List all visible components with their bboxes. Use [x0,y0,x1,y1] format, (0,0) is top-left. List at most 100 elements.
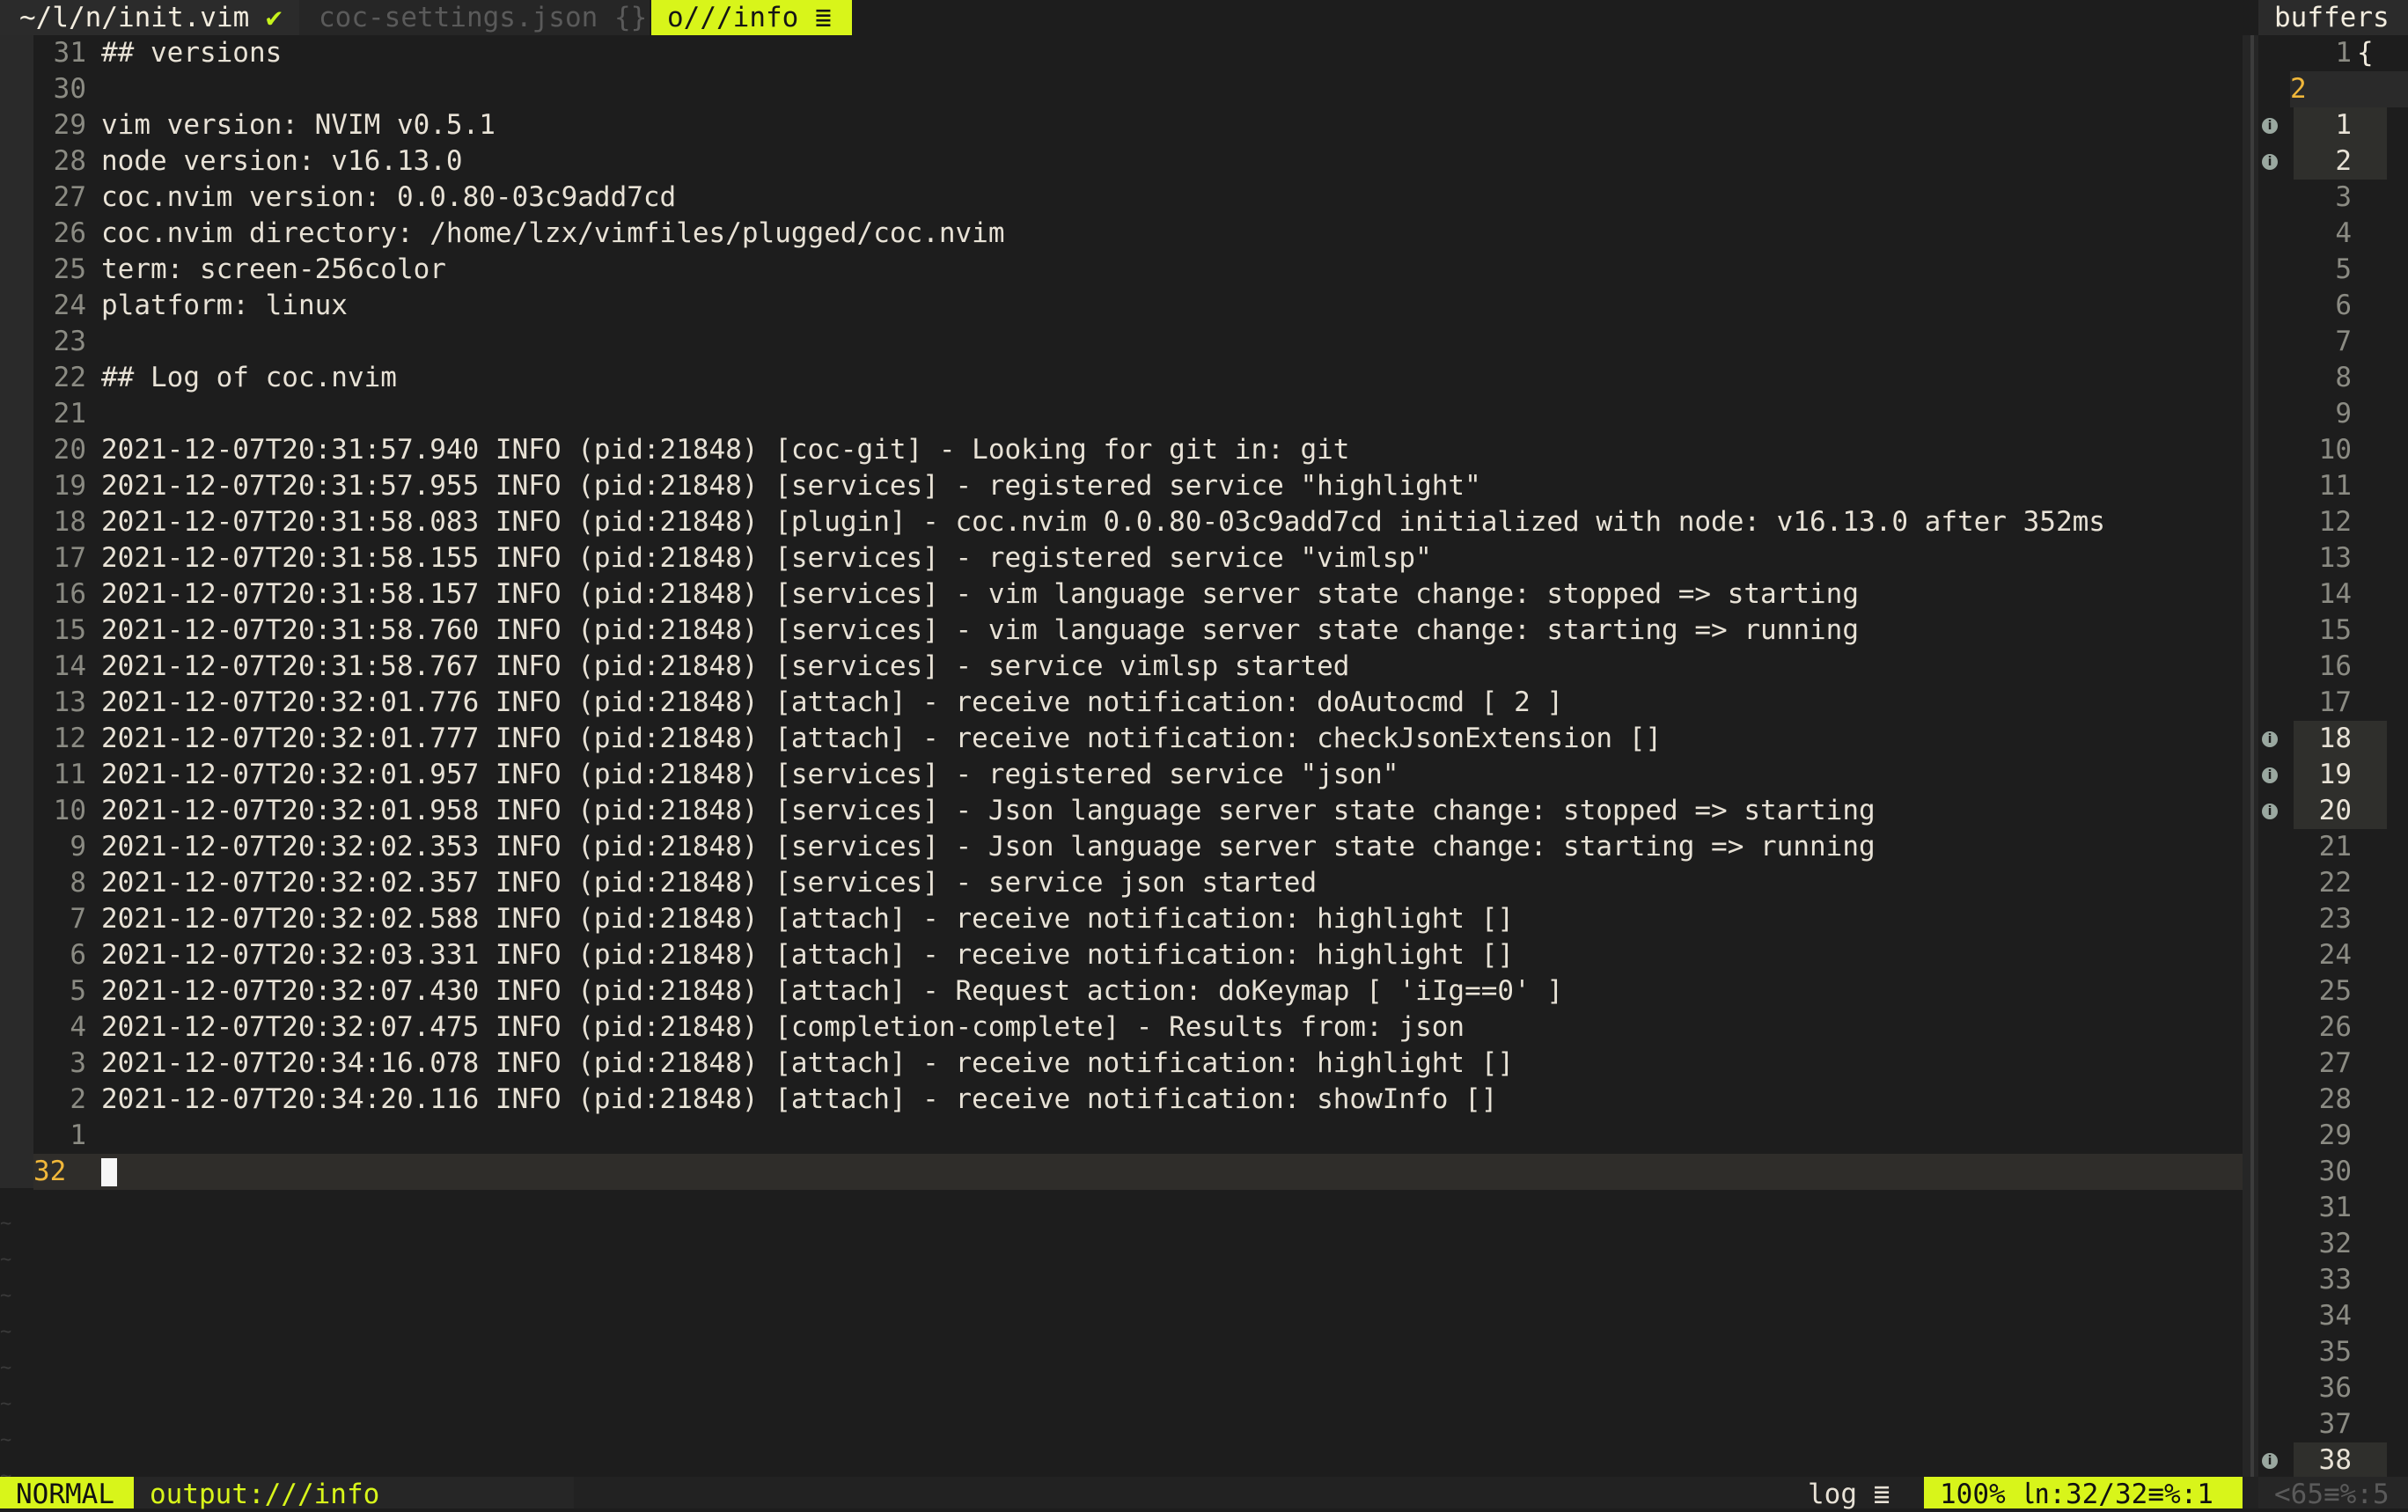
side-line[interactable]: 28 [2258,1082,2408,1118]
side-line[interactable]: 27 [2258,1046,2408,1082]
side-line[interactable]: 12 [2258,504,2408,540]
side-line-number: 29 [2318,1119,2352,1151]
editor-line[interactable]: 7 2021-12-07T20:32:02.588 INFO (pid:21848… [33,901,2243,937]
editor-line[interactable]: 4 2021-12-07T20:32:07.475 INFO (pid:21848… [33,1009,2243,1046]
side-line[interactable]: 13 [2258,540,2408,576]
editor-line[interactable]: 26 coc.nvim directory: /home/lzx/vimfiles… [33,216,2243,252]
editor-line[interactable]: 16 2021-12-07T20:31:58.157 INFO (pid:2184… [33,576,2243,613]
editor-line[interactable]: 1 [33,1118,2243,1154]
side-line[interactable]: 24 [2258,937,2408,973]
side-line[interactable]: 1{ [2258,35,2408,71]
editor-line[interactable]: 19 2021-12-07T20:31:57.955 INFO (pid:2184… [33,468,2243,504]
editor-line[interactable]: 10 2021-12-07T20:32:01.958 INFO (pid:2184… [33,793,2243,829]
side-line[interactable]: 10 [2258,432,2408,468]
side-line[interactable]: i 20 [2258,793,2408,829]
side-line[interactable]: 26 [2258,1009,2408,1046]
line-text: term: screen-256color [101,253,446,285]
editor-line[interactable]: 22 ## Log of coc.nvim [33,360,2243,396]
side-line[interactable]: 7 [2258,324,2408,360]
side-line[interactable]: 31 [2258,1190,2408,1226]
side-line[interactable]: 25 [2258,973,2408,1009]
side-line[interactable]: 4 [2258,216,2408,252]
side-line[interactable]: 21 [2258,829,2408,865]
side-line[interactable]: 32 [2258,1226,2408,1262]
editor-line[interactable]: 3 2021-12-07T20:34:16.078 INFO (pid:21848… [33,1046,2243,1082]
info-icon[interactable]: i [2262,1453,2278,1469]
tab-coc-settings[interactable]: coc-settings.json {} [299,0,650,35]
side-line-number: 9 [2335,398,2352,429]
tab-init-vim[interactable]: ~/l/n/init.vim ✔ [0,0,299,35]
editor-line[interactable]: 23 [33,324,2243,360]
side-line[interactable]: i 38 [2258,1442,2408,1479]
line-text: 2021-12-07T20:32:07.430 INFO (pid:21848)… [101,975,1564,1007]
side-line[interactable]: i2 [2258,143,2408,180]
side-line[interactable]: 36 [2258,1370,2408,1406]
editor-line[interactable]: 8 2021-12-07T20:32:02.357 INFO (pid:21848… [33,865,2243,901]
side-line[interactable]: 33 [2258,1262,2408,1298]
editor-line[interactable]: 14 2021-12-07T20:31:58.767 INFO (pid:2184… [33,649,2243,685]
side-line[interactable]: 16 [2258,649,2408,685]
info-icon[interactable]: i [2262,118,2278,134]
side-line[interactable]: 23 [2258,901,2408,937]
editor-line[interactable]: 24 platform: linux [33,288,2243,324]
editor-line[interactable]: 12 2021-12-07T20:32:01.777 INFO (pid:2184… [33,721,2243,757]
side-line[interactable]: 8 [2258,360,2408,396]
side-cursor-line[interactable]: 2 [2258,71,2408,107]
tab-info-label: o///info ≣ [667,2,832,33]
editor-line[interactable]: 18 2021-12-07T20:31:58.083 INFO (pid:2184… [33,504,2243,540]
line-text: coc.nvim directory: /home/lzx/vimfiles/p… [101,217,1005,249]
tab-info[interactable]: o///info ≣ [651,0,852,35]
side-line-number: 7 [2335,326,2352,357]
editor-line[interactable]: 15 2021-12-07T20:31:58.760 INFO (pid:2184… [33,613,2243,649]
side-line[interactable]: 6 [2258,288,2408,324]
line-text: 2021-12-07T20:31:58.083 INFO (pid:21848)… [101,506,2105,538]
side-lines[interactable]: 1{2 i 1 i 2 3 4 5 6 7 8 9 10 11 12 13 14 15 16 17 i 18 i 19 i 20 2… [2258,35,2408,1479]
editor-line[interactable]: 21 [33,396,2243,432]
editor-line[interactable]: 13 2021-12-07T20:32:01.776 INFO (pid:2184… [33,685,2243,721]
editor-line[interactable]: 20 2021-12-07T20:31:57.940 INFO (pid:2184… [33,432,2243,468]
editor-line[interactable]: 6 2021-12-07T20:32:03.331 INFO (pid:21848… [33,937,2243,973]
empty-line-tilde: ~ [0,1357,12,1379]
editor-line[interactable]: 31 ## versions [33,35,2243,71]
editor-line[interactable]: 25 term: screen-256color [33,252,2243,288]
line-number: 17 [53,542,86,574]
line-number: 16 [53,578,86,610]
side-line[interactable]: 3 [2258,180,2408,216]
cursor-line[interactable]: 32 [33,1154,2243,1190]
editor-line[interactable]: 28 node version: v16.13.0 [33,143,2243,180]
buffers-window[interactable]: 1{2 i 1 i 2 3 4 5 6 7 8 9 10 11 12 13 14 15 16 17 i 18 i 19 i 20 2… [2258,35,2408,1479]
side-line[interactable]: i 18 [2258,721,2408,757]
info-icon[interactable]: i [2262,154,2278,170]
side-line[interactable]: 5 [2258,252,2408,288]
line-text: 2021-12-07T20:31:58.157 INFO (pid:21848)… [101,578,1860,610]
side-line[interactable]: 22 [2258,865,2408,901]
side-line[interactable]: 37 [2258,1406,2408,1442]
side-line[interactable]: 34 [2258,1298,2408,1334]
editor-line[interactable]: 9 2021-12-07T20:32:02.353 INFO (pid:21848… [33,829,2243,865]
side-line[interactable]: 11 [2258,468,2408,504]
side-line[interactable]: 29 [2258,1118,2408,1154]
side-line-number: 13 [2318,542,2352,574]
editor-line[interactable]: 11 2021-12-07T20:32:01.957 INFO (pid:2184… [33,757,2243,793]
editor-line[interactable]: 5 2021-12-07T20:32:07.430 INFO (pid:21848… [33,973,2243,1009]
side-line[interactable]: i 19 [2258,757,2408,793]
editor-line[interactable]: 29 vim version: NVIM v0.5.1 [33,107,2243,143]
info-icon[interactable]: i [2262,767,2278,783]
editor-line[interactable]: 2 2021-12-07T20:34:20.116 INFO (pid:21848… [33,1082,2243,1118]
side-line[interactable]: 9 [2258,396,2408,432]
side-line[interactable]: i1 [2258,107,2408,143]
editor-lines[interactable]: 31 ## versions 30 29 vim version: NVIM v0.5.… [33,35,2243,1190]
side-line[interactable]: 14 [2258,576,2408,613]
editor-line[interactable]: 27 coc.nvim version: 0.0.80-03c9add7cd [33,180,2243,216]
side-line[interactable]: 30 [2258,1154,2408,1190]
side-line[interactable]: 35 [2258,1334,2408,1370]
line-text: vim version: NVIM v0.5.1 [101,109,496,141]
editor-window[interactable]: 31 ## versions 30 29 vim version: NVIM v0.5.… [0,35,2243,1487]
buffers-label[interactable]: buffers [2258,0,2408,35]
side-line[interactable]: 17 [2258,685,2408,721]
editor-line[interactable]: 17 2021-12-07T20:31:58.155 INFO (pid:2184… [33,540,2243,576]
editor-line[interactable]: 30 [33,71,2243,107]
info-icon[interactable]: i [2262,731,2278,747]
side-line[interactable]: 15 [2258,613,2408,649]
info-icon[interactable]: i [2262,804,2278,819]
